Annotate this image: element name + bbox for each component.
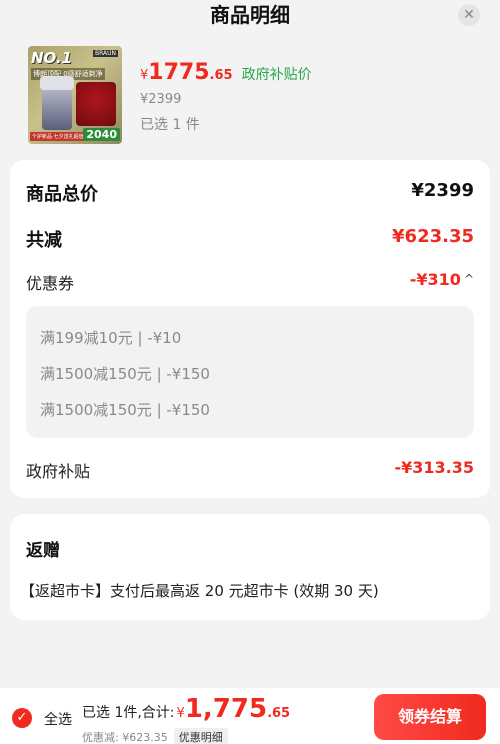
selected-total-label: 已选 1件,合计:: [82, 705, 175, 721]
coupon-item: 满1500减150元 | -¥150: [40, 365, 210, 383]
product-summary: NO.1 BRAUN 博朗顶配 0感舒适剃净 个护新品·七夕送礼超值 2040 …: [28, 46, 478, 146]
discount-detail-button[interactable]: 优惠明细: [173, 728, 228, 744]
product-image[interactable]: NO.1 BRAUN 博朗顶配 0感舒适剃净 个护新品·七夕送礼超值 2040: [28, 46, 122, 144]
chevron-up-icon[interactable]: ^: [464, 272, 474, 286]
total-row: 商品总价 ¥2399: [26, 180, 474, 205]
selected-count: 已选 1 件: [140, 117, 200, 133]
close-icon: ✕: [463, 7, 475, 23]
checkout-bar: ✓ 全选 已选 1件,合计: ¥1,775.65 优惠减: ¥623.35 优惠明细…: [0, 688, 500, 744]
coupon-label: 优惠券: [26, 274, 75, 293]
gov-subsidy-tag: 政府补贴价: [241, 67, 312, 83]
total-value: ¥2399: [411, 180, 474, 201]
price-integer: 1775: [148, 60, 210, 85]
gift-description: 【返超市卡】支付后最高返 20 元超市卡 (效期 30 天): [20, 582, 379, 600]
reduce-value: ¥623.35: [392, 226, 474, 247]
image-no1-text: NO.1: [31, 49, 73, 67]
subsidy-label: 政府补贴: [26, 462, 91, 481]
select-all-checkbox[interactable]: ✓: [12, 708, 32, 728]
discount-line: 优惠减: ¥623.35 优惠明细: [82, 728, 228, 744]
checkmark-icon: ✓: [16, 710, 28, 725]
case-graphic: [76, 82, 116, 126]
total-currency: ¥: [176, 706, 185, 721]
checkout-button[interactable]: 领券结算: [374, 694, 486, 740]
total-integer: 1,775: [184, 694, 268, 724]
select-all-label[interactable]: 全选: [44, 709, 72, 729]
total-decimal: .65: [267, 706, 291, 721]
coupon-row[interactable]: 优惠券 -¥310 ^: [26, 270, 474, 294]
subsidy-value: -¥313.35: [394, 458, 474, 477]
page-title: 商品明细: [210, 3, 290, 27]
detail-header: 商品明细 ✕: [0, 0, 500, 30]
close-button[interactable]: ✕: [458, 4, 480, 26]
reduce-row: 共减 ¥623.35: [26, 226, 474, 251]
gift-card: 返赠 【返超市卡】支付后最高返 20 元超市卡 (效期 30 天): [10, 514, 490, 620]
discount-text: 优惠减: ¥623.35: [82, 731, 168, 744]
coupon-value-group[interactable]: -¥310 ^: [410, 270, 474, 289]
price-breakdown-card: 商品总价 ¥2399 共减 ¥623.35 优惠券 -¥310 ^ 满199减10…: [10, 160, 490, 498]
coupon-list: 满199减10元 | -¥10 满1500减150元 | -¥150 满1500…: [26, 306, 474, 438]
product-price: ¥1775.65 政府补贴价: [140, 60, 312, 85]
image-promo-text: 个护新品·七夕送礼超值: [30, 132, 86, 141]
total-label: 商品总价: [26, 184, 98, 205]
reduce-label: 共减: [26, 230, 62, 251]
image-badge: 2040: [83, 128, 120, 141]
image-brand-text: BRAUN: [92, 50, 118, 57]
coupon-item: 满199减10元 | -¥10: [40, 329, 182, 347]
price-decimal: .65: [209, 68, 233, 83]
coupon-value: -¥310: [409, 270, 461, 289]
gift-title: 返赠: [26, 541, 60, 561]
coupon-item: 满1500减150元 | -¥150: [40, 401, 210, 419]
shaver-head-graphic: [40, 76, 74, 90]
order-total: 已选 1件,合计: ¥1,775.65: [82, 694, 290, 724]
subsidy-row: 政府补贴 -¥313.35: [26, 458, 474, 482]
original-price: ¥2399: [140, 92, 182, 107]
